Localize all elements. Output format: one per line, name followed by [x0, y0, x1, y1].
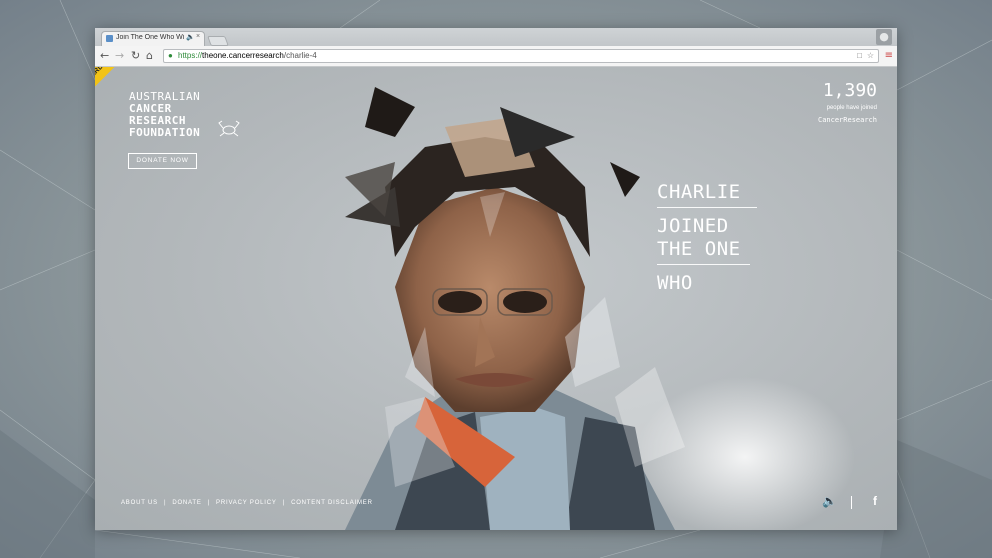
fragmented-portrait-image: [345, 87, 855, 530]
address-bar[interactable]: ● https://theone.cancerresearch/charlie-…: [163, 49, 879, 63]
footer-link-disclaimer[interactable]: CONTENT DISCLAIMER: [291, 500, 373, 506]
divider: [657, 264, 750, 265]
url-text: https://theone.cancerresearch/charlie-4: [178, 51, 317, 60]
browser-tab[interactable]: Join The One Who Will B 🔈 ×: [101, 31, 205, 46]
footer-link-privacy[interactable]: PRIVACY POLICY: [216, 500, 277, 506]
divider: [851, 496, 852, 509]
hashtag-link[interactable]: CancerResearch: [818, 116, 877, 124]
social-controls: 🔈 f: [817, 494, 877, 510]
story-line: WHO: [657, 272, 693, 294]
star-icon[interactable]: ☆: [867, 50, 874, 62]
footer-link-donate[interactable]: DONATE: [172, 500, 201, 506]
browser-toolbar: ← → ↻ ⌂ ● https://theone.cancerresearch/…: [95, 46, 897, 67]
home-icon[interactable]: ⌂: [146, 49, 153, 63]
new-tab-button[interactable]: [207, 36, 229, 46]
facebook-icon[interactable]: f: [873, 494, 877, 508]
profile-icon[interactable]: ●: [876, 29, 892, 45]
forward-icon[interactable]: →: [115, 49, 124, 63]
logo-line: FOUNDATION: [129, 126, 201, 139]
story-text: CHARLIE JOINED THE ONE WHO: [657, 181, 757, 295]
person-name: CHARLIE: [657, 181, 741, 203]
footer-link-about[interactable]: ABOUT US: [121, 500, 158, 506]
camera-icon[interactable]: □: [857, 50, 862, 62]
tab-strip: Join The One Who Will B 🔈 × ●: [95, 28, 897, 46]
menu-icon[interactable]: ≡: [885, 49, 893, 63]
footer-nav: ABOUT US | DONATE | PRIVACY POLICY | CONTENT D…: [121, 500, 373, 506]
join-counter: 1,390 people have joined CancerResearch: [818, 80, 877, 125]
footer-separator: |: [163, 500, 167, 506]
join-count-caption: people have joined: [826, 105, 877, 111]
browser-window: Join The One Who Will B 🔈 × ● ← → ↻ ⌂ ● …: [95, 28, 897, 530]
crab-logo-icon: [218, 120, 240, 137]
story-line: THE ONE: [657, 238, 741, 260]
favicon-icon: [106, 35, 113, 42]
web-page: AWARD SITE OF THE DAY AUSTRALIAN CANCER …: [95, 67, 897, 530]
speaker-icon: 🔈: [186, 34, 195, 41]
foundation-logo[interactable]: AUSTRALIAN CANCER RESEARCH FOUNDATION: [129, 91, 200, 139]
tab-title: Join The One Who Will B: [116, 34, 184, 41]
back-icon[interactable]: ←: [100, 49, 109, 63]
story-line: JOINED: [657, 215, 729, 237]
donate-now-button[interactable]: DONATE NOW: [128, 153, 197, 169]
close-icon[interactable]: ×: [196, 33, 200, 40]
join-count-value: 1,390: [822, 80, 877, 101]
reload-icon[interactable]: ↻: [131, 49, 140, 63]
sound-toggle-icon[interactable]: 🔈: [822, 494, 837, 508]
footer-separator: |: [282, 500, 286, 506]
lock-icon: ●: [168, 51, 173, 60]
footer-separator: |: [207, 500, 211, 506]
divider: [657, 207, 757, 208]
